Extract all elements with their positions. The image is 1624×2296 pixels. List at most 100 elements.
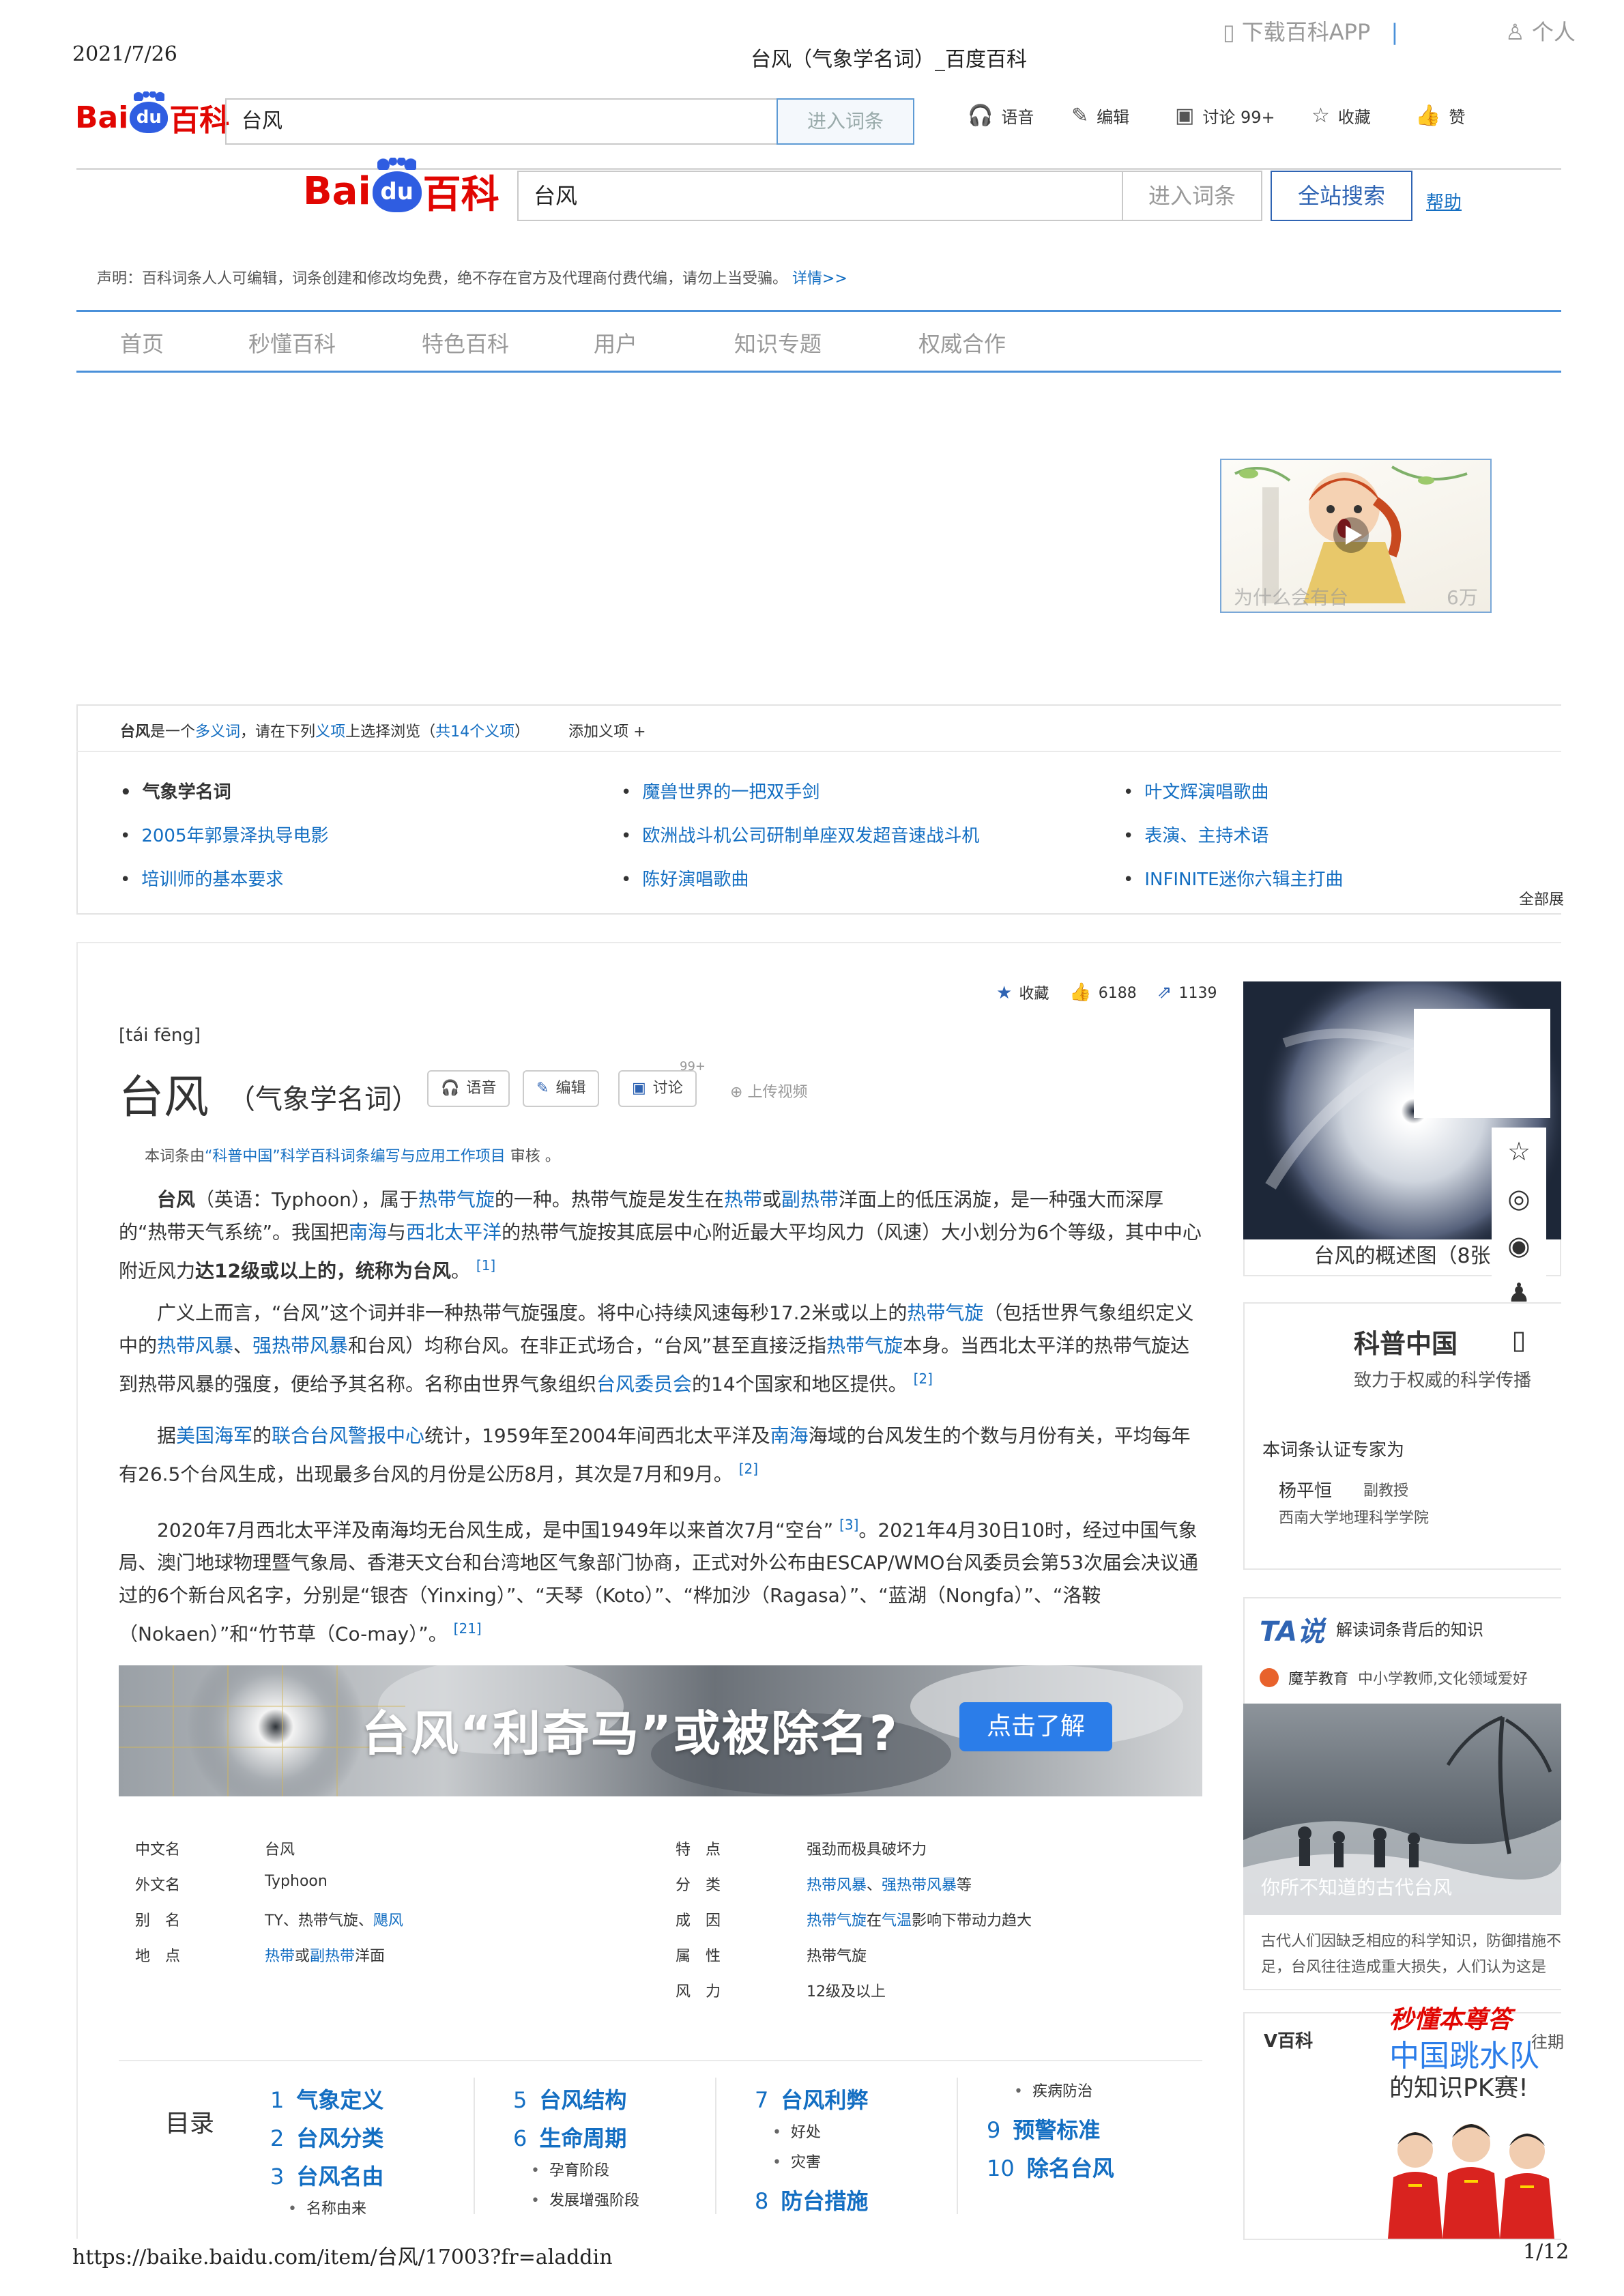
banner-headline: 台风“利奇马”或被除名?: [362, 1706, 899, 1762]
like-stat[interactable]: 👍 6188: [1069, 982, 1136, 1003]
plus-circle-icon: ⊕: [730, 1084, 743, 1101]
toc-subitem[interactable]: 好处: [772, 2120, 821, 2142]
sense-item-current: 气象学名词: [120, 778, 231, 803]
topbar-discuss-button[interactable]: ▣ 讨论 99+: [1175, 104, 1275, 128]
thumbs-up-icon: 👍: [1415, 104, 1441, 128]
sense-item[interactable]: 表演、主持术语: [1123, 822, 1268, 847]
toc-item[interactable]: 5 台风结构: [513, 2083, 626, 2114]
banner-learn-more-button[interactable]: 点击了解: [959, 1702, 1112, 1751]
toc-item[interactable]: 3 台风名由: [270, 2159, 383, 2191]
polysemy-header: 台风是一个多义词，请在下列义项上选择浏览（共14个义项） 添加义项 +: [120, 723, 646, 741]
citation[interactable]: [21]: [454, 1620, 482, 1637]
ta-shuo-slogan: 解读词条背后的知识: [1336, 1620, 1483, 1639]
add-sense-button[interactable]: 添加义项 +: [568, 723, 646, 741]
infobox-key: 分 类: [676, 1877, 721, 1894]
kepu-title: 科普中国: [1354, 1329, 1458, 1359]
citation[interactable]: [1]: [476, 1257, 495, 1274]
toc-divider: [715, 2078, 716, 2214]
toc-subitem[interactable]: 灾害: [772, 2150, 821, 2172]
toc-subitem[interactable]: 孕育阶段: [531, 2158, 609, 2180]
athletes-illustration: [1388, 2124, 1554, 2239]
pencil-icon: ✎: [536, 1080, 549, 1097]
toc-item[interactable]: 1 气象定义: [270, 2083, 383, 2114]
toc-item[interactable]: 9 预警标准: [987, 2113, 1100, 2144]
search-all-button[interactable]: 全站搜索: [1271, 171, 1412, 221]
toc-item[interactable]: 6 生命周期: [513, 2121, 626, 2153]
wechat-icon[interactable]: ◉: [1507, 1231, 1530, 1261]
nav-authority[interactable]: 权威合作: [918, 327, 1006, 358]
infobox-key: 属 性: [676, 1948, 721, 1965]
enter-entry-button[interactable]: 进入词条: [1123, 171, 1262, 221]
infobox-key: 特 点: [676, 1841, 721, 1859]
toc-item[interactable]: 7 台风利弊: [755, 2083, 868, 2114]
citation[interactable]: [2]: [914, 1371, 933, 1387]
sense-item[interactable]: 2005年郭景泽执导电影: [120, 822, 328, 847]
nav-home[interactable]: 首页: [120, 327, 164, 358]
voice-button[interactable]: 🎧 语音: [427, 1070, 510, 1107]
nav-topics[interactable]: 知识专题: [734, 327, 822, 358]
review-note: 本词条由“科普中国”科学百科词条编写与应用工作项目 审核 。: [145, 1148, 560, 1165]
discuss-icon: ▣: [1175, 104, 1195, 128]
review-project-link[interactable]: “科普中国”科学百科词条编写与应用工作项目: [205, 1148, 506, 1165]
past-issues-link[interactable]: 往期: [1531, 2028, 1564, 2052]
show-all-senses[interactable]: 全部展: [1519, 887, 1564, 909]
favorite-share-icon[interactable]: ☆: [1507, 1136, 1531, 1166]
citation[interactable]: [3]: [839, 1517, 858, 1533]
topbar-enter-entry-button[interactable]: 进入词条: [777, 98, 914, 145]
all-senses-link[interactable]: 共14个义项: [435, 723, 514, 741]
toc-item[interactable]: 2 台风分类: [270, 2121, 383, 2153]
ta-video-title[interactable]: 你所不知道的古代台风: [1261, 1873, 1452, 1900]
citation[interactable]: [2]: [739, 1461, 758, 1477]
infobox-value: 热带或副热带洋面: [265, 1948, 386, 1965]
ta-author[interactable]: 魔芋教育 中小学教师,文化领域爱好: [1260, 1667, 1528, 1689]
help-link[interactable]: 帮助: [1426, 188, 1462, 214]
expert-name[interactable]: 杨平恒: [1279, 1477, 1332, 1502]
topbar-like-button[interactable]: 👍 赞: [1415, 104, 1465, 128]
toc-subitem[interactable]: 名称由来: [288, 2196, 366, 2218]
discuss-button[interactable]: ▣ 讨论: [618, 1070, 697, 1107]
expert-rank: 副教授: [1363, 1482, 1409, 1499]
baike-logo-small[interactable]: Bai du 百科: [75, 91, 229, 139]
infobox-value[interactable]: 热带气旋: [807, 1944, 867, 1966]
infobox-value: 强劲而极具破坏力: [807, 1841, 927, 1859]
upload-video-button[interactable]: ⊕ 上传视频: [730, 1080, 807, 1102]
nav-miaodong[interactable]: 秒懂百科: [248, 327, 336, 358]
toc-subitem[interactable]: 发展增强阶段: [531, 2188, 639, 2210]
polysemy-link[interactable]: 多义词: [195, 723, 240, 741]
sense-item[interactable]: 魔兽世界的一把双手剑: [621, 778, 820, 803]
topbar-edit-button[interactable]: ✎ 编辑: [1071, 104, 1129, 128]
toc-item[interactable]: 10 除名台风: [987, 2151, 1114, 2183]
sense-item[interactable]: 陈好演唱歌曲: [621, 865, 749, 891]
discuss-icon: ▣: [632, 1080, 646, 1097]
sense-item[interactable]: 叶文辉演唱歌曲: [1123, 778, 1268, 803]
edit-button[interactable]: ✎ 编辑: [523, 1070, 600, 1107]
personal-center-link[interactable]: ♙ 个人: [1505, 15, 1576, 46]
toc-item[interactable]: 8 防台措施: [755, 2184, 868, 2215]
main-search-input[interactable]: 台风: [517, 171, 1123, 221]
senses-link[interactable]: 义项: [315, 723, 345, 741]
baike-logo[interactable]: Bai du 百科: [303, 158, 499, 219]
topbar-voice-button[interactable]: 🎧 语音: [968, 104, 1034, 128]
video-ad-thumbnail[interactable]: 为什么会有台 6万: [1220, 459, 1492, 613]
sense-item[interactable]: 欧洲战斗机公司研制单座双发超音速战斗机: [621, 822, 979, 847]
v-baike-title: V百科: [1264, 2031, 1314, 2052]
ta-shuo-logo: TA说: [1260, 1616, 1325, 1648]
toc-divider: [474, 2078, 475, 2214]
disclaimer-details-link[interactable]: 详情>>: [792, 270, 847, 287]
topbar-favorite-button[interactable]: ☆ 收藏: [1311, 104, 1371, 128]
topbar-search-input[interactable]: 台风: [225, 98, 777, 145]
nav-featured[interactable]: 特色百科: [422, 327, 509, 358]
share-icon: ⇗: [1157, 982, 1172, 1003]
diving-team-photo: [1381, 2109, 1561, 2239]
favorite-stat[interactable]: ★ 收藏: [996, 981, 1049, 1003]
nav-users[interactable]: 用户: [594, 327, 637, 358]
share-stat[interactable]: ⇗ 1139: [1157, 982, 1217, 1003]
sense-item[interactable]: 培训师的基本要求: [120, 865, 283, 891]
download-app-link[interactable]: ▯ 下载百科APP |: [1223, 15, 1398, 46]
infobox-value: 热带气旋在气温影响下带动力趋大: [807, 1912, 1032, 1929]
sense-item[interactable]: INFINITE迷你六辑主打曲: [1123, 865, 1343, 891]
paragraph-1: 台风（英语：Typhoon），属于热带气旋的一种。热带气旋是发生在热带或副热带洋…: [119, 1188, 1202, 1282]
weibo-icon[interactable]: ◎: [1507, 1183, 1530, 1214]
entry-stats: ★ 收藏 👍 6188 ⇗ 1139: [996, 981, 1217, 1003]
toc-subitem[interactable]: 疾病防治: [1014, 2079, 1092, 2101]
